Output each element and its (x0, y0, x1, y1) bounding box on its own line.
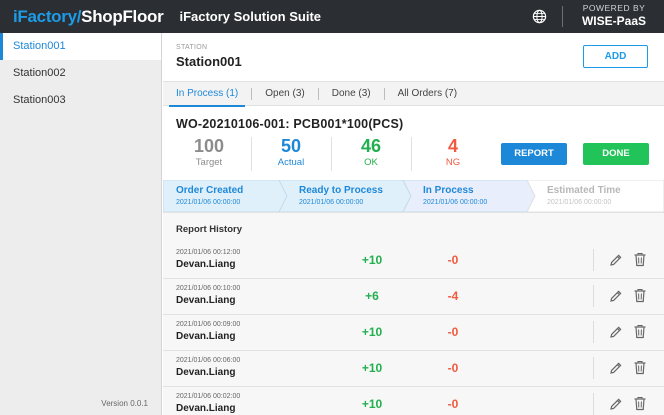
history-user: Devan.Liang (176, 367, 236, 378)
history-time: 2021/01/06 00:06:00 (176, 357, 241, 364)
add-button[interactable]: ADD (583, 45, 648, 68)
globe-icon[interactable] (532, 9, 547, 24)
suite-title: iFactory Solution Suite (179, 9, 322, 24)
pencil-icon[interactable] (609, 325, 623, 339)
history-ok: +10 (361, 253, 383, 267)
powered-by-logo: POWERED BY WISE-PaaS (574, 4, 654, 27)
wise-paas-text: WISE-PaaS (581, 13, 647, 28)
station-header: STATION Station001 ADD (163, 33, 664, 81)
top-bar: iFactory/ShopFloor iFactory Solution Sui… (0, 0, 664, 33)
pencil-icon[interactable] (609, 361, 623, 375)
stat-actual-value: 50 (280, 136, 302, 156)
row-divider (593, 357, 594, 379)
history-time: 2021/01/06 00:10:00 (176, 285, 241, 292)
stat-target-value: 100 (193, 136, 225, 156)
pencil-icon[interactable] (609, 253, 623, 267)
stat-divider (411, 137, 412, 171)
brand-part-2: ShopFloor (81, 6, 164, 26)
pencil-icon[interactable] (609, 397, 623, 411)
brand-part-1: iFactory/ (13, 6, 82, 26)
report-history: Report History 2021/01/06 00:12:00 Devan… (163, 212, 664, 415)
step-date: 2021/01/06 00:00:00 (176, 199, 241, 206)
sidebar-item-station002[interactable]: Station002 (0, 60, 161, 87)
history-row: 2021/01/06 00:12:00 Devan.Liang +10 -0 (163, 243, 664, 279)
main-panel: STATION Station001 ADD In Process (1) Op… (163, 33, 664, 415)
trash-icon[interactable] (633, 396, 647, 411)
sidebar-item-station003[interactable]: Station003 (0, 87, 161, 114)
row-divider (593, 285, 594, 307)
trash-icon[interactable] (633, 324, 647, 339)
report-history-title: Report History (176, 224, 242, 235)
step-order-created: Order Created 2021/01/06 00:00:00 (176, 184, 296, 208)
app-logo: iFactory/ShopFloor (0, 6, 164, 27)
trash-icon[interactable] (633, 252, 647, 267)
history-user: Devan.Liang (176, 259, 236, 270)
history-user: Devan.Liang (176, 331, 236, 342)
step-date: 2021/01/06 00:00:00 (299, 199, 364, 206)
history-ok: +6 (365, 289, 379, 303)
history-user: Devan.Liang (176, 295, 236, 306)
history-time: 2021/01/06 00:02:00 (176, 393, 241, 400)
history-ng: -4 (447, 289, 459, 303)
order-progress: Order Created 2021/01/06 00:00:00 Ready … (163, 180, 664, 212)
row-divider (593, 249, 594, 271)
history-row: 2021/01/06 00:02:00 Devan.Liang +10 -0 (163, 387, 664, 415)
stat-actual-label: Actual (277, 157, 305, 168)
step-estimated-time: Estimated Time 2021/01/06 00:00:00 (547, 184, 664, 208)
step-date: 2021/01/06 00:00:00 (423, 199, 488, 206)
report-button[interactable]: REPORT (501, 143, 567, 165)
sidebar-item-station001[interactable]: Station001 (0, 33, 161, 60)
tab-open[interactable]: Open (3) (252, 81, 317, 106)
history-time: 2021/01/06 00:09:00 (176, 321, 241, 328)
step-title: Estimated Time (547, 185, 621, 196)
pencil-icon[interactable] (609, 289, 623, 303)
stat-ok: 46 OK (331, 136, 411, 172)
step-title: Ready to Process (299, 185, 383, 196)
tab-all-orders[interactable]: All Orders (7) (385, 81, 470, 106)
done-button[interactable]: DONE (583, 143, 649, 165)
history-time: 2021/01/06 00:12:00 (176, 249, 241, 256)
stat-ng-value: 4 (447, 136, 458, 156)
work-order-title: WO-20210106-001: PCB001*100(PCS) (176, 117, 404, 131)
station-name: Station001 (176, 54, 242, 69)
trash-icon[interactable] (633, 360, 647, 375)
stat-ng: 4 NG (413, 136, 493, 172)
history-ok: +10 (361, 397, 383, 411)
tab-done[interactable]: Done (3) (319, 81, 384, 106)
version-label: Version 0.0.1 (101, 399, 148, 408)
history-ng: -0 (447, 253, 459, 267)
step-title: In Process (423, 185, 474, 196)
order-tabs: In Process (1) Open (3) Done (3) All Ord… (163, 81, 664, 107)
step-in-process: In Process 2021/01/06 00:00:00 (423, 184, 543, 208)
history-ok: +10 (361, 361, 383, 375)
step-title: Order Created (176, 185, 244, 196)
history-ok: +10 (361, 325, 383, 339)
step-date: 2021/01/06 00:00:00 (547, 199, 612, 206)
history-user: Devan.Liang (176, 403, 236, 414)
row-divider (593, 321, 594, 343)
stat-ok-value: 46 (360, 136, 382, 156)
history-row: 2021/01/06 00:09:00 Devan.Liang +10 -0 (163, 315, 664, 351)
trash-icon[interactable] (633, 288, 647, 303)
row-divider (593, 393, 594, 415)
step-ready-to-process: Ready to Process 2021/01/06 00:00:00 (299, 184, 419, 208)
stat-target-label: Target (195, 157, 223, 168)
history-ng: -0 (447, 361, 459, 375)
history-row: 2021/01/06 00:06:00 Devan.Liang +10 -0 (163, 351, 664, 387)
stat-ng-label: NG (445, 157, 461, 168)
history-ng: -0 (447, 325, 459, 339)
station-caption: STATION (176, 44, 208, 51)
sidebar: Station001 Station002 Station003 Version… (0, 33, 162, 415)
powered-by-text: POWERED BY (582, 3, 646, 13)
stat-target: 100 Target (169, 136, 249, 172)
history-ng: -0 (447, 397, 459, 411)
topbar-divider (562, 6, 563, 27)
stat-actual: 50 Actual (251, 136, 331, 172)
history-row: 2021/01/06 00:10:00 Devan.Liang +6 -4 (163, 279, 664, 315)
stat-ok-label: OK (364, 157, 378, 168)
tab-in-process[interactable]: In Process (1) (163, 81, 251, 107)
